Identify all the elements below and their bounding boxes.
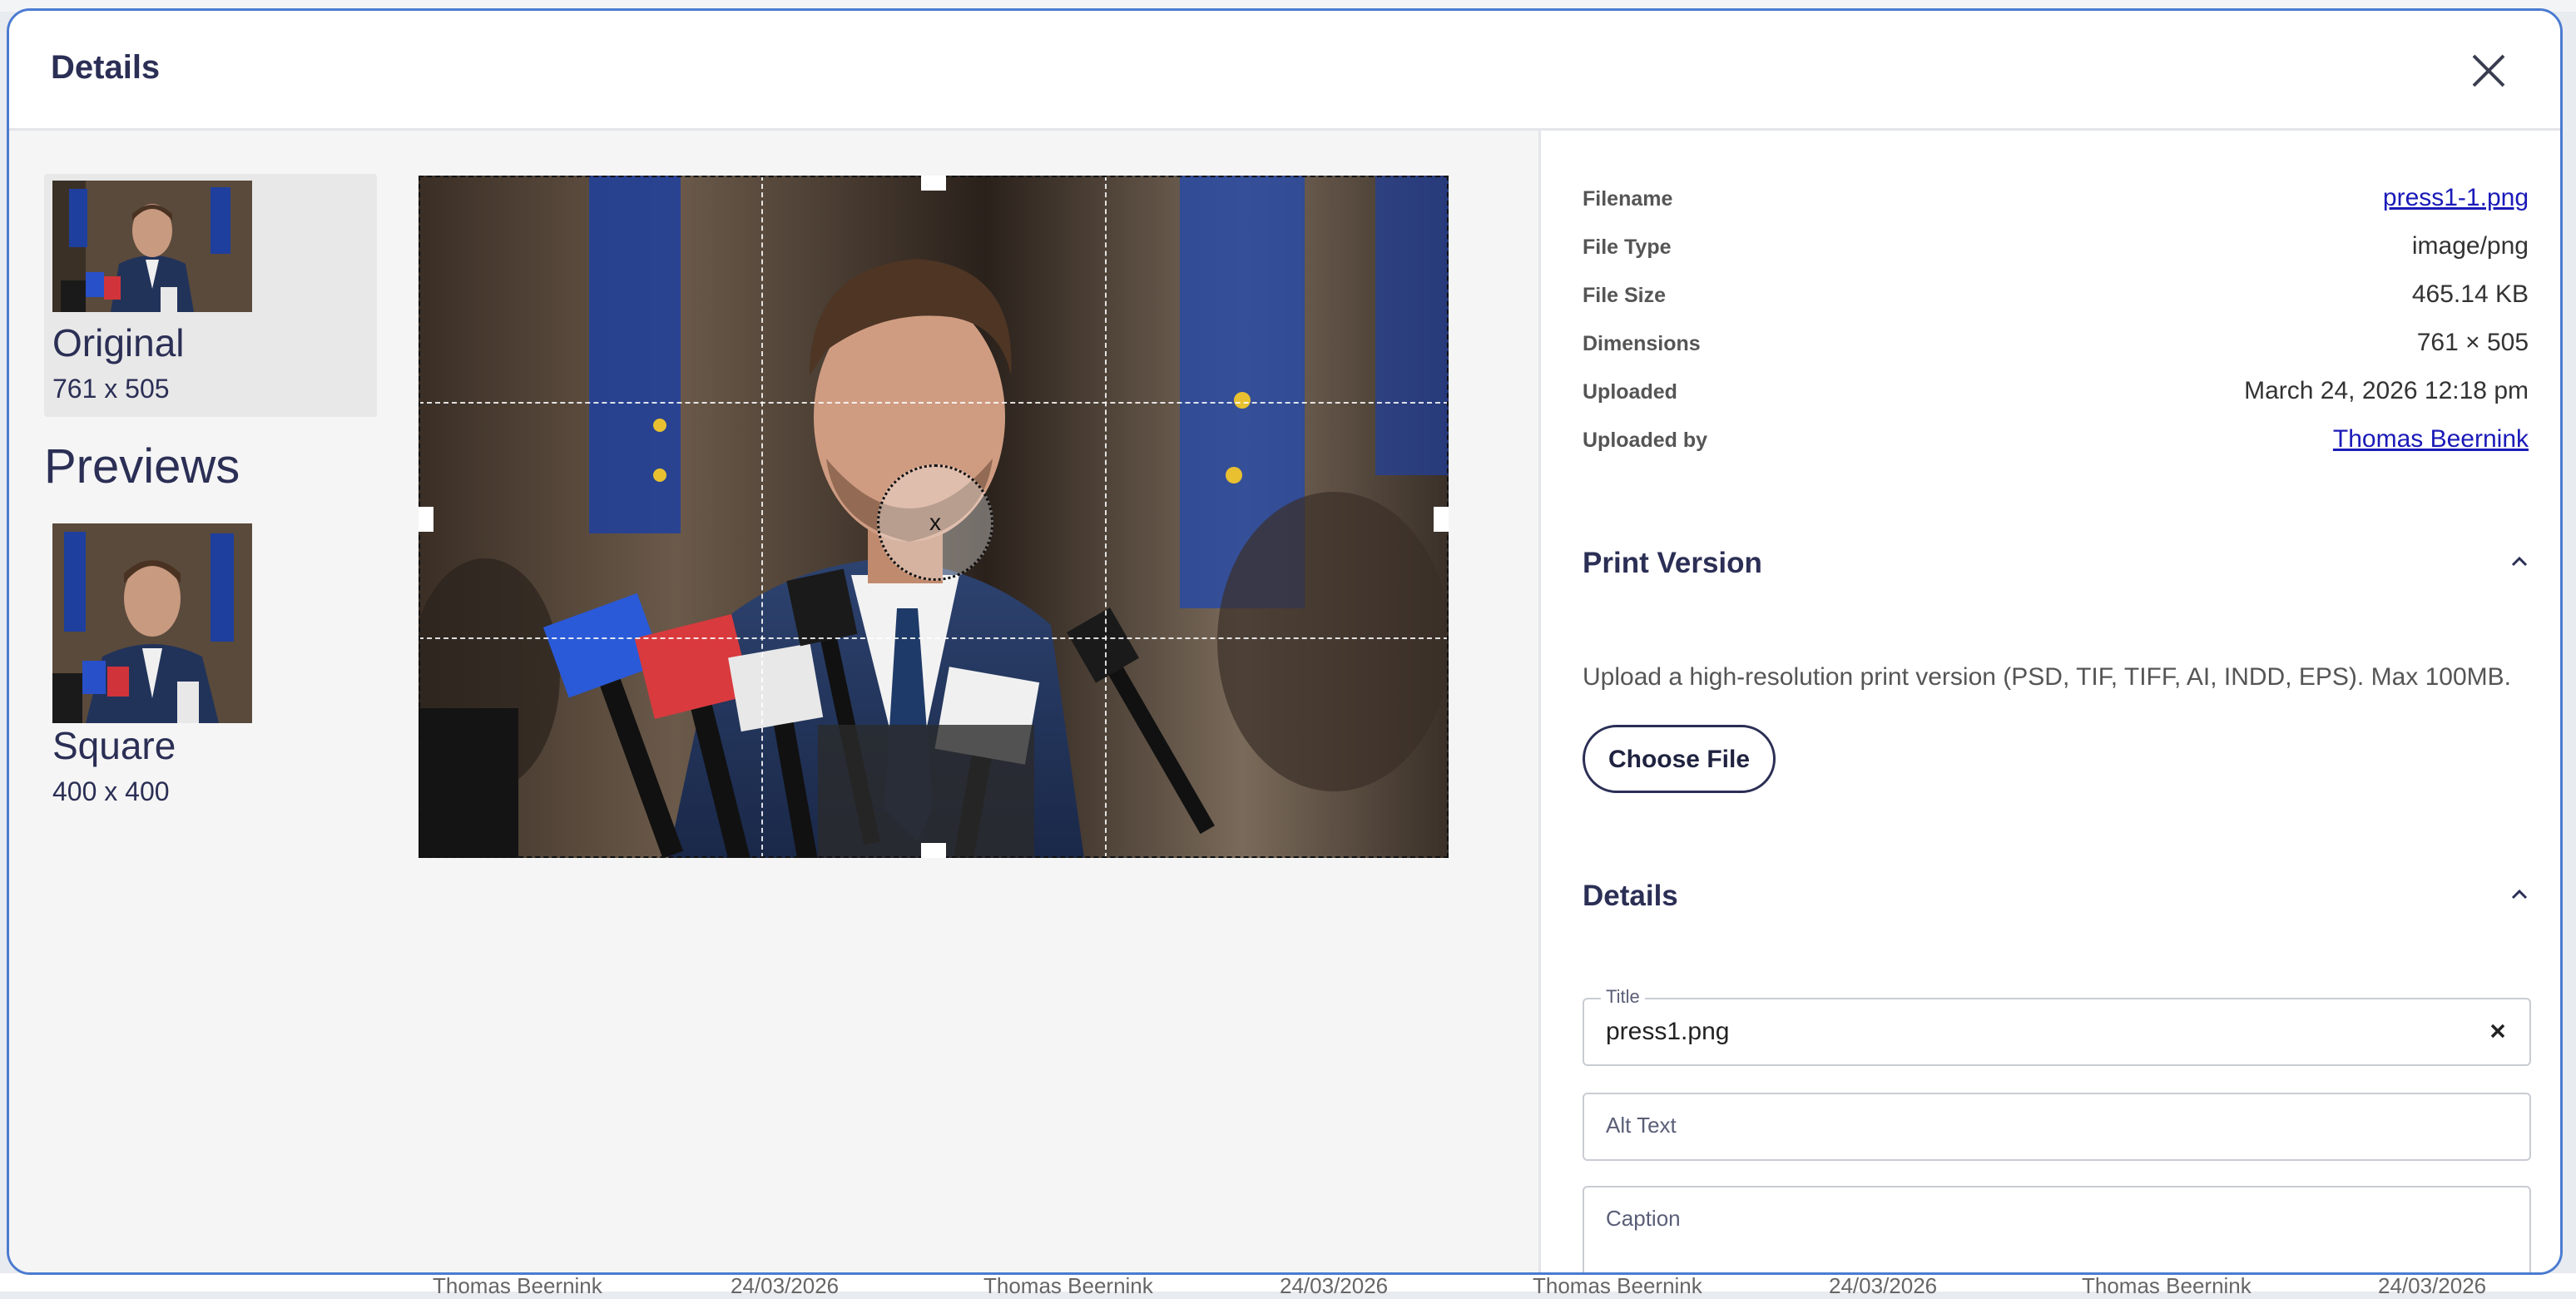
dimensions-value: 761 × 505 xyxy=(2416,329,2529,356)
choose-file-button[interactable]: Choose File xyxy=(1583,725,1776,793)
chevron-up-icon xyxy=(2511,889,2528,900)
uploaded-label: Uploaded xyxy=(1583,380,1677,404)
clear-icon xyxy=(2490,1024,2505,1039)
bg-author: Thomas Beernink xyxy=(1533,1273,1702,1298)
focal-point-marker: x xyxy=(929,509,941,535)
filename-label: Filename xyxy=(1583,187,1673,211)
filetype-value: image/png xyxy=(2411,232,2529,260)
details-heading[interactable]: Details xyxy=(1583,880,1678,913)
alt-text-placeholder: Alt Text xyxy=(1606,1113,1677,1138)
print-version-toggle[interactable] xyxy=(2504,547,2534,577)
crop-handle-left[interactable] xyxy=(419,507,433,532)
preset-dimensions: 761 x 505 xyxy=(52,374,170,404)
dimensions-label: Dimensions xyxy=(1583,332,1701,355)
chevron-up-icon xyxy=(2511,556,2528,567)
previews-heading: Previews xyxy=(44,439,240,493)
modal-title: Details xyxy=(51,49,161,86)
details-sidebar: Filename press1-1.png File Type image/pn… xyxy=(1538,131,2560,1272)
original-thumbnail xyxy=(52,181,252,312)
close-button[interactable] xyxy=(2464,46,2514,96)
filetype-label: File Type xyxy=(1583,236,1672,259)
uploaded-by-link[interactable]: Thomas Beernink xyxy=(2333,425,2529,454)
bg-author: Thomas Beernink xyxy=(433,1273,602,1298)
print-version-help: Upload a high-resolution print version (… xyxy=(1583,663,2511,691)
close-icon xyxy=(2472,54,2505,87)
filesize-label: File Size xyxy=(1583,284,1667,307)
uploaded-by-label: Uploaded by xyxy=(1583,429,1708,452)
filesize-value: 465.14 KB xyxy=(2411,280,2529,308)
bg-date: 24/03/2026 xyxy=(731,1273,840,1298)
crop-handle-right[interactable] xyxy=(1434,507,1449,532)
alt-text-field[interactable]: Alt Text xyxy=(1583,1093,2531,1161)
title-field[interactable]: Title press1.png xyxy=(1583,986,2531,1066)
title-field-label: Title xyxy=(1601,986,1645,1008)
bg-author: Thomas Beernink xyxy=(983,1273,1153,1298)
square-thumbnail xyxy=(52,523,252,723)
image-editor: Original 761 x 505 Previews Square 400 x… xyxy=(9,131,1538,1272)
modal-header: Details xyxy=(9,11,2560,131)
background-page-bottom: Thomas Beernink 24/03/2026 Thomas Beerni… xyxy=(0,1273,2576,1298)
bg-date: 24/03/2026 xyxy=(2378,1273,2487,1298)
details-modal: Details Original 761 x 505 Previews Squa… xyxy=(7,8,2563,1275)
preset-original[interactable]: Original 761 x 505 xyxy=(44,174,377,417)
print-version-heading[interactable]: Print Version xyxy=(1583,547,1762,580)
bg-author: Thomas Beernink xyxy=(2082,1273,2252,1298)
details-toggle[interactable] xyxy=(2504,880,2534,910)
clear-title-button[interactable] xyxy=(2484,1018,2511,1044)
crop-image[interactable]: x xyxy=(419,176,1449,858)
caption-field[interactable]: Caption xyxy=(1583,1186,2531,1272)
crop-handle-top[interactable] xyxy=(921,176,946,191)
crop-handle-bottom[interactable] xyxy=(921,843,946,858)
focal-point-handle[interactable]: x xyxy=(877,464,993,581)
bg-date: 24/03/2026 xyxy=(1280,1273,1389,1298)
bg-date: 24/03/2026 xyxy=(1829,1273,1938,1298)
preset-name: Square xyxy=(52,724,176,767)
uploaded-value: March 24, 2026 12:18 pm xyxy=(2244,377,2529,404)
preset-dimensions: 400 x 400 xyxy=(52,776,170,806)
preset-square[interactable] xyxy=(52,523,252,723)
filename-link[interactable]: press1-1.png xyxy=(2383,184,2529,212)
title-field-value: press1.png xyxy=(1606,1018,1730,1045)
preset-name: Original xyxy=(52,321,185,364)
caption-placeholder: Caption xyxy=(1606,1206,1681,1231)
